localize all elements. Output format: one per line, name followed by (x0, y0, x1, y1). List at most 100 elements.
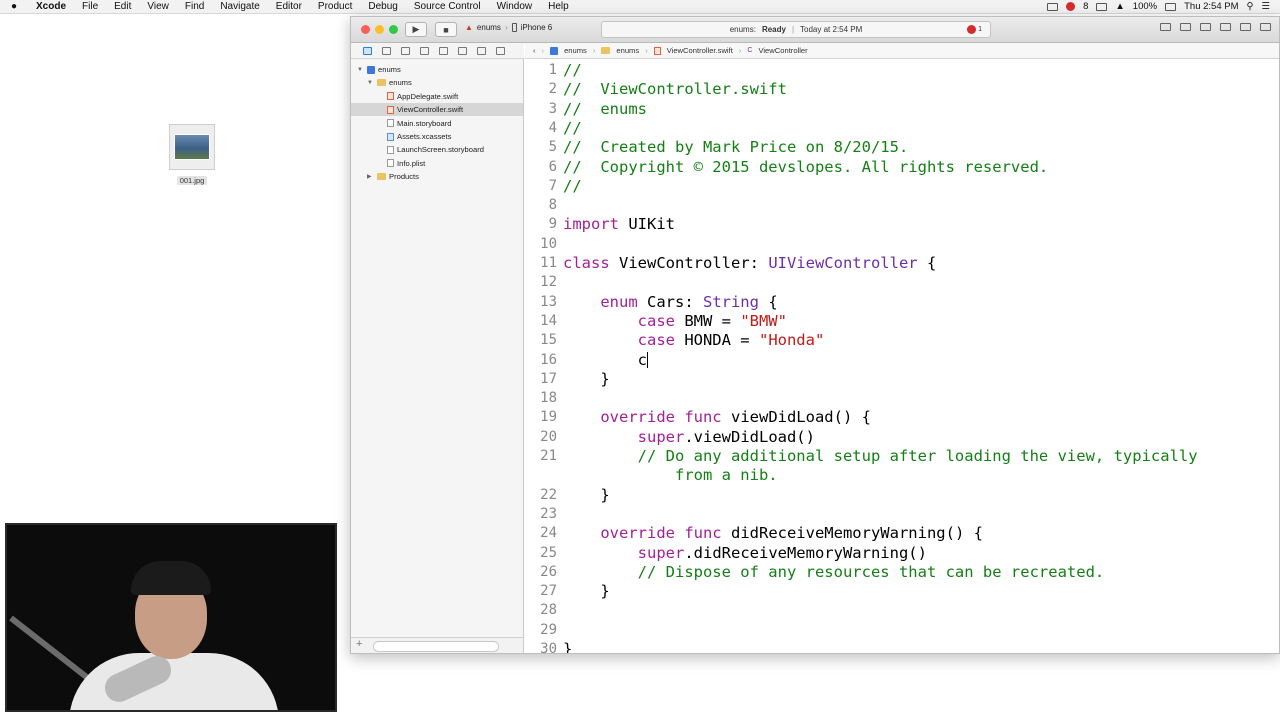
error-indicator[interactable]: 1 (967, 25, 982, 34)
menu-product[interactable]: Product (310, 1, 360, 12)
navigator-item[interactable]: Main.storyboard (351, 117, 451, 130)
line-number: 2 (548, 81, 557, 98)
forward-icon[interactable]: › (542, 46, 545, 55)
crumb-group[interactable]: enums (616, 46, 639, 55)
code-token: Cars: (637, 292, 703, 311)
menu-debug[interactable]: Debug (360, 1, 405, 12)
code-text: import UIKit (563, 215, 675, 234)
menu-navigate[interactable]: Navigate (212, 1, 267, 12)
line-number: 8 (548, 197, 557, 214)
navigator-item[interactable]: Info.plist (351, 157, 425, 170)
code-token: UIKit (619, 215, 675, 234)
code-token: } (563, 485, 610, 504)
spotlight-icon[interactable]: ⚲ (1247, 1, 1254, 12)
code-text: } (563, 582, 609, 601)
test-navigator-icon[interactable] (439, 46, 448, 55)
folder-icon (377, 173, 386, 181)
apple-menu-icon[interactable]: ● (0, 1, 28, 12)
status-alert-icon[interactable] (1066, 2, 1076, 11)
debug-navigator-icon[interactable] (458, 46, 467, 55)
crumb-file[interactable]: ViewController.swift (667, 46, 733, 55)
standard-editor-icon[interactable] (1160, 23, 1171, 31)
source-editor[interactable]: 1 // 2 // ViewController.swift 3 // enums 4 // 5… (525, 59, 1279, 654)
disclosure-open-icon[interactable]: ▼ (367, 80, 374, 86)
navigator-item[interactable]: ▼ enums (351, 76, 412, 89)
notification-count[interactable]: 8 (1083, 1, 1088, 12)
menu-help[interactable]: Help (540, 1, 577, 12)
assets-icon (387, 132, 394, 141)
symbol-navigator-icon[interactable] (382, 46, 391, 55)
battery-percent[interactable]: 100% (1133, 1, 1157, 12)
crumb-symbol[interactable]: ViewController (758, 46, 807, 55)
assistant-editor-icon[interactable] (1180, 23, 1191, 31)
minimize-window-button[interactable] (375, 25, 384, 34)
debug-area-toggle-icon[interactable] (1240, 23, 1251, 31)
code-token: } (563, 640, 573, 654)
desktop-file[interactable]: 001.jpg (168, 124, 216, 188)
presenter-cap (131, 561, 211, 595)
line-number: 23 (540, 505, 557, 522)
code-text: override func viewDidLoad() { (563, 408, 871, 427)
navigator-toggle-icon[interactable] (1220, 23, 1231, 31)
navigator-item[interactable]: ▶ Products (351, 170, 419, 183)
navigator-item[interactable]: LaunchScreen.storyboard (351, 143, 484, 156)
swift-file-icon (387, 105, 394, 114)
code-token: .viewDidLoad() (684, 427, 815, 446)
code-text: // (563, 177, 582, 196)
navigator-item[interactable]: ▼ enums (351, 63, 401, 76)
scheme-selector[interactable]: ▲ enums › iPhone 6 (465, 23, 552, 32)
menu-window[interactable]: Window (489, 1, 541, 12)
find-navigator-icon[interactable] (401, 46, 410, 55)
line-number: 13 (540, 293, 557, 310)
breakpoint-navigator-icon[interactable] (477, 46, 486, 55)
add-icon[interactable]: + (356, 638, 362, 650)
navigator-selector-bar (351, 43, 524, 59)
battery-icon[interactable] (1165, 2, 1177, 11)
menu-find[interactable]: Find (177, 1, 212, 12)
navigator-filter-input[interactable] (373, 641, 499, 652)
file-icon (387, 159, 394, 168)
stop-button[interactable]: ■ (435, 22, 457, 37)
chevron-right-icon: › (504, 23, 508, 32)
clock[interactable]: Thu 2:54 PM (1184, 1, 1238, 12)
jump-bar: ‹ › enums › enums › ViewController.swift… (525, 43, 1279, 59)
line-number: 26 (540, 563, 557, 580)
report-navigator-icon[interactable] (496, 46, 505, 55)
menu-edit[interactable]: Edit (106, 1, 139, 12)
disclosure-closed-icon[interactable]: ▶ (367, 173, 374, 180)
menu-source-control[interactable]: Source Control (406, 1, 489, 12)
line-number: 6 (548, 158, 557, 175)
screen-record-icon[interactable] (1047, 2, 1059, 11)
navigator-item[interactable]: ViewController.swift (351, 103, 523, 117)
display-icon[interactable] (1096, 2, 1108, 11)
issue-navigator-icon[interactable] (420, 46, 429, 55)
code-text: } (563, 640, 573, 654)
close-window-button[interactable] (361, 25, 370, 34)
menu-app-name[interactable]: Xcode (28, 1, 74, 12)
line-number: 22 (540, 486, 557, 503)
menu-view[interactable]: View (139, 1, 177, 12)
disclosure-open-icon[interactable]: ▼ (357, 67, 364, 73)
line-number: 9 (548, 216, 557, 233)
crumb-project[interactable]: enums (564, 46, 587, 55)
navigator-item[interactable]: Assets.xcassets (351, 130, 451, 143)
zoom-window-button[interactable] (389, 25, 398, 34)
status-separator: | (791, 25, 795, 34)
version-editor-icon[interactable] (1200, 23, 1211, 31)
utilities-toggle-icon[interactable] (1260, 23, 1271, 31)
back-icon[interactable]: ‹ (533, 46, 536, 55)
project-navigator-icon[interactable] (363, 46, 372, 55)
menu-editor[interactable]: Editor (268, 1, 310, 12)
wifi-icon[interactable]: ▲ (1115, 1, 1124, 12)
code-text: // Copyright © 2015 devslopes. All right… (563, 158, 1048, 177)
run-button[interactable]: ▶ (405, 22, 427, 37)
notification-center-icon[interactable]: ☰ (1261, 1, 1270, 12)
menu-file[interactable]: File (74, 1, 106, 12)
navigator-item[interactable]: AppDelegate.swift (351, 90, 458, 103)
code-type: UIViewController (768, 254, 918, 272)
line-number: 17 (540, 370, 557, 387)
menu-extras: 8 ▲ 100% Thu 2:54 PM ⚲ ☰ (1047, 1, 1280, 12)
